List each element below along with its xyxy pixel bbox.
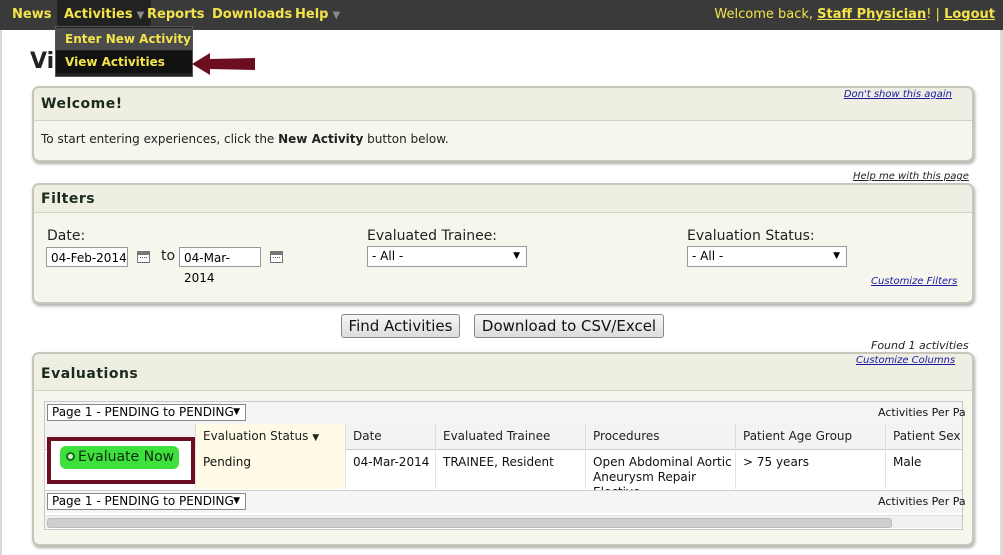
evaluate-now-label: Evaluate Now [78, 449, 175, 465]
found-count-text: Found 1 activities [871, 339, 969, 352]
evaluate-now-button[interactable]: Evaluate Now [60, 446, 179, 469]
evaluations-grid: Page 1 - PENDING to PENDING ▼ Activities … [44, 401, 966, 530]
table-row: Evaluate Now Pending 04-Mar-2014 TRAINEE… [45, 437, 962, 499]
chevron-down-icon: ▼ [233, 407, 240, 417]
customize-columns-link[interactable]: Customize Columns [856, 355, 955, 366]
page-title: Vi [30, 49, 55, 74]
date-to-input[interactable]: 04-Mar-2014 [179, 247, 261, 285]
column-header-evaluated-trainee[interactable]: Evaluated Trainee [435, 424, 585, 449]
welcome-separator: ! | [926, 7, 940, 22]
magnifier-icon [66, 452, 75, 461]
sort-down-icon: ▼ [312, 433, 320, 443]
page-select-bottom[interactable]: Page 1 - PENDING to PENDING ▼ [47, 493, 246, 510]
action-cell: Evaluate Now [45, 437, 195, 489]
calendar-icon[interactable] [137, 251, 150, 263]
chevron-down-icon: ▼ [136, 10, 145, 21]
welcome-panel-header: Welcome! Don't show this again [34, 88, 972, 121]
help-page-link[interactable]: Help me with this page [853, 171, 969, 182]
status-select[interactable]: - All - ▼ [687, 246, 847, 267]
column-header-date[interactable]: Date [345, 424, 435, 449]
user-name-link[interactable]: Staff Physician [817, 7, 926, 22]
nav-downloads[interactable]: Downloads [212, 0, 292, 30]
page-select-top[interactable]: Page 1 - PENDING to PENDING ▼ [47, 404, 246, 421]
find-activities-button[interactable]: Find Activities [341, 314, 460, 338]
activities-per-page-label: Activities Per Pa [878, 406, 966, 419]
trainee-select[interactable]: - All - ▼ [367, 246, 527, 267]
column-header-patient-sex[interactable]: Patient Sex [885, 424, 962, 449]
cell-evaluation-status: Pending [195, 449, 345, 489]
download-csv-button[interactable]: Download to CSV/Excel [474, 314, 664, 338]
scrollbar-thumb[interactable] [47, 518, 892, 528]
to-label: to [161, 248, 176, 264]
activities-dropdown: Enter New Activity View Activities [55, 26, 193, 77]
chevron-down-icon: ▼ [332, 10, 341, 21]
nav-help-label: Help [295, 7, 329, 22]
filters-title: Filters [41, 191, 96, 207]
filters-panel: Filters Date: 04-Feb-2014 to 04-Mar-2014… [32, 183, 974, 304]
welcome-prefix: Welcome back, [714, 7, 814, 22]
nav-help[interactable]: Help ▼ [295, 0, 340, 30]
welcome-message: To start entering experiences, click the… [41, 132, 449, 146]
evaluations-title: Evaluations [41, 366, 139, 382]
menu-item-enter-new-activity[interactable]: Enter New Activity [56, 28, 192, 50]
column-header-patient-age-group[interactable]: Patient Age Group [735, 424, 885, 449]
cell-date: 04-Mar-2014 [345, 449, 435, 489]
welcome-panel: Welcome! Don't show this again To start … [32, 86, 974, 162]
page-select-value: Page 1 - PENDING to PENDING [52, 405, 234, 419]
chevron-down-icon: ▼ [233, 496, 240, 506]
column-header-procedures[interactable]: Procedures [585, 424, 735, 449]
cell-procedures: Open Abdominal Aortic Aneurysm Repair El… [585, 449, 735, 499]
welcome-title: Welcome! [41, 96, 123, 112]
trainee-label: Evaluated Trainee: [367, 228, 498, 244]
nav-news[interactable]: News [12, 0, 51, 30]
trainee-select-value: - All - [372, 249, 404, 263]
nav-activities-label: Activities [64, 7, 133, 22]
pager-bottom: Page 1 - PENDING to PENDING ▼ Activities … [45, 490, 966, 513]
cell-patient-sex: Male [885, 449, 962, 489]
evaluations-panel-header: Evaluations [34, 354, 972, 391]
chevron-down-icon: ▼ [513, 251, 520, 261]
date-label: Date: [47, 228, 86, 244]
evaluate-highlight-box: Evaluate Now [47, 437, 195, 484]
column-header-evaluation-status[interactable]: Evaluation Status ▼ [195, 424, 345, 449]
column-header-label: Evaluation Status [203, 429, 309, 443]
welcome-message-end: button below. [363, 132, 449, 146]
cell-patient-age-group: > 75 years [735, 449, 885, 489]
cell-evaluated-trainee: TRAINEE, Resident [435, 449, 585, 489]
welcome-message-start: To start entering experiences, click the [41, 132, 279, 146]
customize-filters-link[interactable]: Customize Filters [871, 276, 957, 287]
menu-item-view-activities[interactable]: View Activities [56, 51, 192, 73]
chevron-down-icon: ▼ [833, 251, 840, 261]
date-from-input[interactable]: 04-Feb-2014 [46, 247, 128, 267]
page-select-value: Page 1 - PENDING to PENDING [52, 494, 234, 508]
welcome-message-bold: New Activity [278, 132, 364, 146]
filters-panel-header: Filters [34, 185, 972, 213]
calendar-icon[interactable] [270, 251, 283, 263]
pager-top: Page 1 - PENDING to PENDING ▼ Activities … [45, 402, 966, 424]
dont-show-again-link[interactable]: Don't show this again [844, 89, 952, 100]
welcome-text: Welcome back, Staff Physician! | Logout [714, 0, 995, 30]
status-label: Evaluation Status: [687, 228, 815, 244]
logout-link[interactable]: Logout [944, 7, 995, 22]
horizontal-scrollbar[interactable] [45, 515, 962, 528]
red-arrow-annotation-icon [192, 53, 255, 75]
status-select-value: - All - [692, 249, 724, 263]
activities-per-page-label: Activities Per Pa [878, 495, 966, 508]
